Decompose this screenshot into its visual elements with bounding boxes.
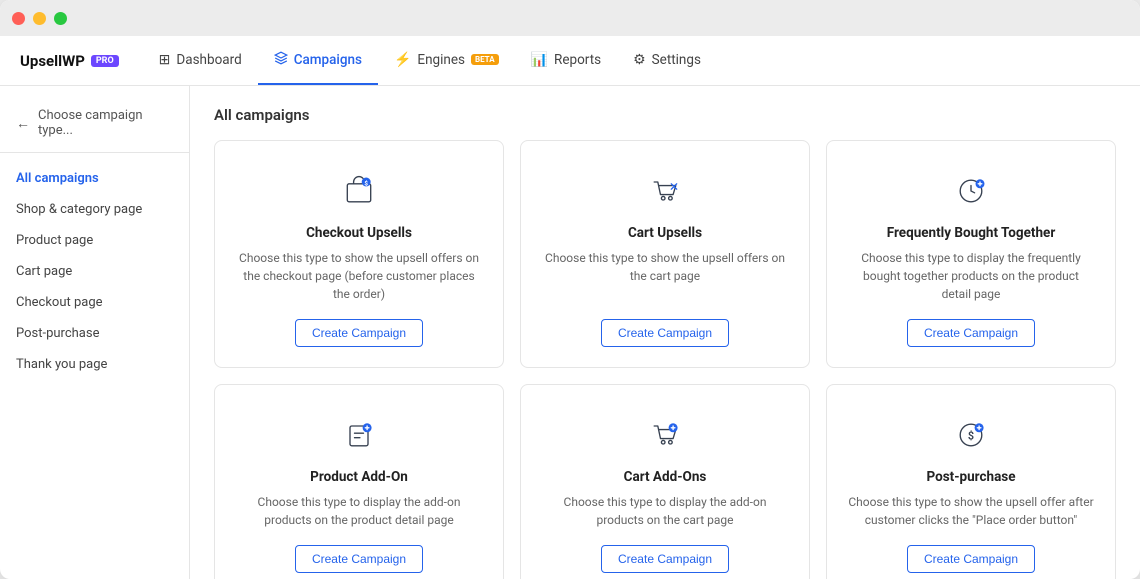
main-content: All campaigns $ Checkout Upsells Choose … [190, 86, 1140, 579]
product-addon-desc: Choose this type to display the add-on p… [235, 493, 483, 529]
maximize-button[interactable] [54, 12, 67, 25]
campaign-card-cart-upsells: Cart Upsells Choose this type to show th… [520, 140, 810, 368]
sidebar-item-thank-you[interactable]: Thank you page [0, 349, 189, 380]
checkout-upsells-title: Checkout Upsells [306, 225, 412, 241]
product-addon-title: Product Add-On [310, 469, 408, 485]
sidebar: ← Choose campaign type... All campaigns … [0, 86, 190, 579]
product-addon-icon [337, 413, 381, 457]
sidebar-item-checkout[interactable]: Checkout page [0, 287, 189, 318]
nav-item-settings[interactable]: ⚙ Settings [617, 36, 717, 85]
cart-upsells-title: Cart Upsells [628, 225, 702, 241]
content-area: ← Choose campaign type... All campaigns … [0, 86, 1140, 579]
campaign-card-cart-addons: Cart Add-Ons Choose this type to display… [520, 384, 810, 579]
back-label: Choose campaign type... [38, 108, 173, 138]
nav-item-campaigns[interactable]: Campaigns [258, 36, 378, 85]
cart-addons-title: Cart Add-Ons [624, 469, 707, 485]
campaign-card-checkout-upsells: $ Checkout Upsells Choose this type to s… [214, 140, 504, 368]
svg-text:$: $ [364, 180, 368, 188]
cart-addons-desc: Choose this type to display the add-on p… [541, 493, 789, 529]
nav-items: ⊞ Dashboard Campaigns ⚡ Engines BETA 📊 R… [143, 36, 717, 85]
campaign-card-product-addon: Product Add-On Choose this type to displ… [214, 384, 504, 579]
nav-label-engines: Engines [417, 52, 465, 68]
cart-upsells-icon [643, 169, 687, 213]
sidebar-item-cart[interactable]: Cart page [0, 256, 189, 287]
brand-badge: PRO [91, 55, 119, 67]
nav-label-campaigns: Campaigns [294, 52, 362, 68]
post-purchase-create-btn[interactable]: Create Campaign [907, 545, 1035, 573]
brand: UpsellWP PRO [20, 52, 119, 70]
section-title: All campaigns [214, 106, 1116, 124]
nav-item-engines[interactable]: ⚡ Engines BETA [378, 36, 515, 85]
app-window: UpsellWP PRO ⊞ Dashboard Campaigns ⚡ Eng… [0, 0, 1140, 579]
campaign-card-fbt: Frequently Bought Together Choose this t… [826, 140, 1116, 368]
bar-chart-icon: 📊 [531, 52, 548, 68]
nav-item-reports[interactable]: 📊 Reports [515, 36, 617, 85]
sidebar-item-post-purchase[interactable]: Post-purchase [0, 318, 189, 349]
minimize-button[interactable] [33, 12, 46, 25]
cart-upsells-desc: Choose this type to show the upsell offe… [541, 249, 789, 303]
cart-upsells-create-btn[interactable]: Create Campaign [601, 319, 729, 347]
grid-icon: ⊞ [159, 52, 171, 68]
checkout-upsells-icon: $ [337, 169, 381, 213]
fbt-title: Frequently Bought Together [887, 225, 1056, 241]
beta-badge: BETA [471, 54, 499, 65]
close-button[interactable] [12, 12, 25, 25]
fbt-icon [949, 169, 993, 213]
svg-text:$: $ [968, 430, 974, 443]
top-nav: UpsellWP PRO ⊞ Dashboard Campaigns ⚡ Eng… [0, 36, 1140, 86]
sidebar-item-all[interactable]: All campaigns [0, 163, 189, 194]
nav-label-dashboard: Dashboard [176, 52, 241, 68]
post-purchase-title: Post-purchase [926, 469, 1015, 485]
nav-label-settings: Settings [652, 52, 701, 68]
zap-icon: ⚡ [394, 52, 411, 68]
brand-name: UpsellWP [20, 52, 85, 70]
fbt-create-btn[interactable]: Create Campaign [907, 319, 1035, 347]
campaigns-grid: $ Checkout Upsells Choose this type to s… [214, 140, 1116, 579]
nav-label-reports: Reports [554, 52, 601, 68]
nav-item-dashboard[interactable]: ⊞ Dashboard [143, 36, 258, 85]
campaign-card-post-purchase: $ Post-purchase Choose this type to show… [826, 384, 1116, 579]
sidebar-item-shop[interactable]: Shop & category page [0, 194, 189, 225]
post-purchase-desc: Choose this type to show the upsell offe… [847, 493, 1095, 529]
product-addon-create-btn[interactable]: Create Campaign [295, 545, 423, 573]
title-bar [0, 0, 1140, 36]
post-purchase-icon: $ [949, 413, 993, 457]
settings-icon: ⚙ [633, 52, 646, 68]
checkout-upsells-create-btn[interactable]: Create Campaign [295, 319, 423, 347]
sidebar-item-product[interactable]: Product page [0, 225, 189, 256]
fbt-desc: Choose this type to display the frequent… [847, 249, 1095, 303]
cart-addons-icon [643, 413, 687, 457]
cart-addons-create-btn[interactable]: Create Campaign [601, 545, 729, 573]
layers-icon [274, 51, 288, 69]
checkout-upsells-desc: Choose this type to show the upsell offe… [235, 249, 483, 303]
back-arrow-icon: ← [16, 115, 30, 132]
back-button[interactable]: ← Choose campaign type... [0, 102, 189, 153]
